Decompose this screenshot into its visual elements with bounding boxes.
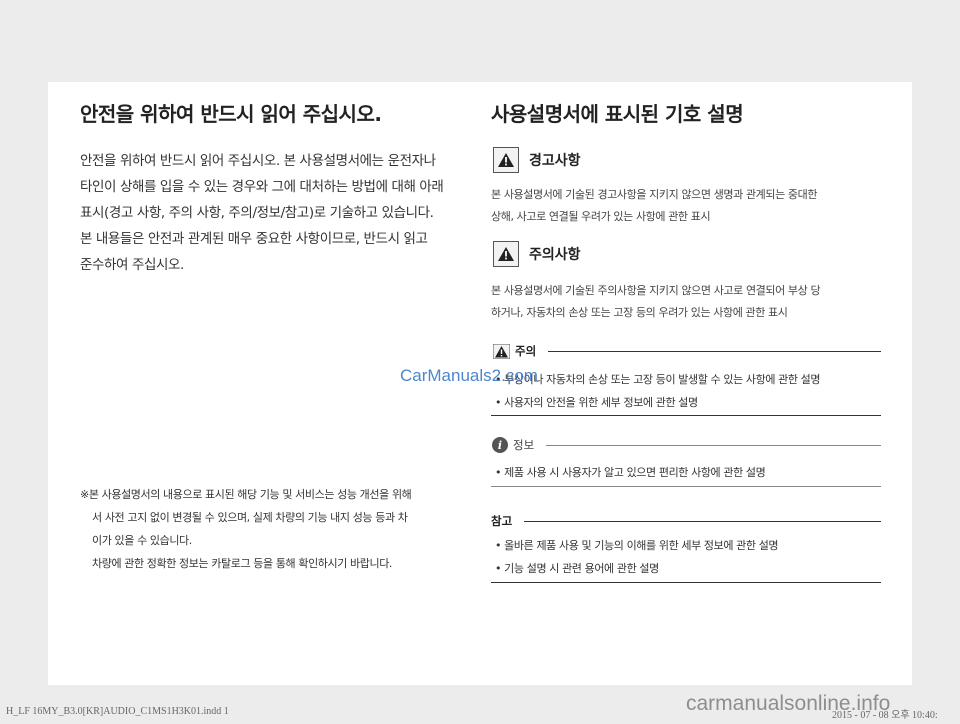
disclaimer-note: ※본 사용설명서의 내용으로 표시된 해당 기능 및 서비스는 성능 개선을 위… bbox=[80, 483, 475, 575]
intro-line: 표시(경고 사항, 주의 사항, 주의/정보/참고)로 기술하고 있습니다. bbox=[80, 205, 434, 221]
intro-line: 안전을 위하여 반드시 읽어 주십시오. 본 사용설명서에는 운전자나 bbox=[80, 153, 436, 169]
footer-site-watermark: carmanualsonline.info bbox=[686, 692, 891, 715]
notice-label: 주의 bbox=[515, 344, 537, 358]
info-icon: i bbox=[492, 437, 508, 453]
warning-title: 경고사항 bbox=[529, 153, 581, 169]
footer-file: H_LF 16MY_B3.0[KR]AUDIO_C1MS1H3K01.indd … bbox=[6, 706, 229, 717]
note-line: 서 사전 고지 없이 변경될 수 있으며, 실제 차량의 기능 내지 성능 등과… bbox=[92, 511, 408, 524]
divider bbox=[548, 350, 881, 352]
warning-triangle-icon bbox=[493, 147, 519, 173]
intro-paragraph: 안전을 위하여 반드시 읽어 주십시오. 본 사용설명서에는 운전자나 타인이 … bbox=[80, 148, 470, 278]
note-line: 차량에 관한 정확한 정보는 카탈로그 등을 통해 확인하시기 바랍니다. bbox=[92, 557, 393, 570]
notice-bullet: • 부상이나 자동차의 손상 또는 고장 등이 발생할 수 있는 사항에 관한 … bbox=[495, 373, 821, 386]
note-line: ※본 사용설명서의 내용으로 표시된 해당 기능 및 서비스는 성능 개선을 위… bbox=[80, 488, 412, 501]
notice-bullet: • 사용자의 안전을 위한 세부 정보에 관한 설명 bbox=[495, 396, 698, 409]
warning-desc: 본 사용설명서에 기술된 경고사항을 지키지 않으면 생명과 관계되는 중대한 … bbox=[491, 184, 891, 228]
warning-header: 경고사항 bbox=[493, 147, 581, 173]
reference-label: 참고 bbox=[491, 514, 513, 528]
warning-line: 상해, 사고로 연결될 우려가 있는 사항에 관한 표시 bbox=[491, 210, 711, 223]
warning-triangle-icon bbox=[493, 241, 519, 267]
right-title: 사용설명서에 표시된 기호 설명 bbox=[491, 102, 744, 126]
left-title: 안전을 위하여 반드시 읽어 주십시오. bbox=[80, 102, 382, 126]
divider bbox=[491, 415, 881, 416]
intro-line: 타인이 상해를 입을 수 있는 경우와 그에 대처하는 방법에 대해 아래 bbox=[80, 179, 444, 195]
info-bullet: • 제품 사용 시 사용자가 알고 있으면 편리한 사항에 관한 설명 bbox=[495, 466, 766, 479]
caution-title: 주의사항 bbox=[529, 247, 581, 263]
watermark: CarManuals2.com bbox=[400, 366, 538, 385]
reference-label-row: 참고 bbox=[491, 513, 881, 529]
caution-header: 주의사항 bbox=[493, 241, 581, 267]
warning-line: 본 사용설명서에 기술된 경고사항을 지키지 않으면 생명과 관계되는 중대한 bbox=[491, 188, 818, 201]
divider bbox=[491, 486, 881, 487]
caution-line: 본 사용설명서에 기술된 주의사항을 지키지 않으면 사고로 연결되어 부상 당 bbox=[491, 284, 821, 297]
reference-bullet: • 올바른 제품 사용 및 기능의 이해를 위한 세부 정보에 관한 설명 bbox=[495, 539, 779, 552]
warning-triangle-icon bbox=[493, 343, 510, 359]
caution-line: 하거나, 자동차의 손상 또는 고장 등의 우려가 있는 사항에 관한 표시 bbox=[491, 306, 788, 319]
notice-label-row: 주의 bbox=[493, 343, 881, 359]
divider bbox=[524, 520, 881, 522]
info-label: 정보 bbox=[513, 438, 535, 452]
info-label-row: i 정보 bbox=[492, 437, 881, 453]
intro-line: 준수하여 주십시오. bbox=[80, 257, 184, 273]
intro-line: 본 내용들은 안전과 관계된 매우 중요한 사항이므로, 반드시 읽고 bbox=[80, 231, 428, 247]
divider bbox=[491, 582, 881, 583]
caution-desc: 본 사용설명서에 기술된 주의사항을 지키지 않으면 사고로 연결되어 부상 당… bbox=[491, 280, 891, 324]
reference-bullet: • 기능 설명 시 관련 용어에 관한 설명 bbox=[495, 562, 659, 575]
divider bbox=[546, 444, 881, 446]
note-line: 이가 있을 수 있습니다. bbox=[92, 534, 192, 547]
